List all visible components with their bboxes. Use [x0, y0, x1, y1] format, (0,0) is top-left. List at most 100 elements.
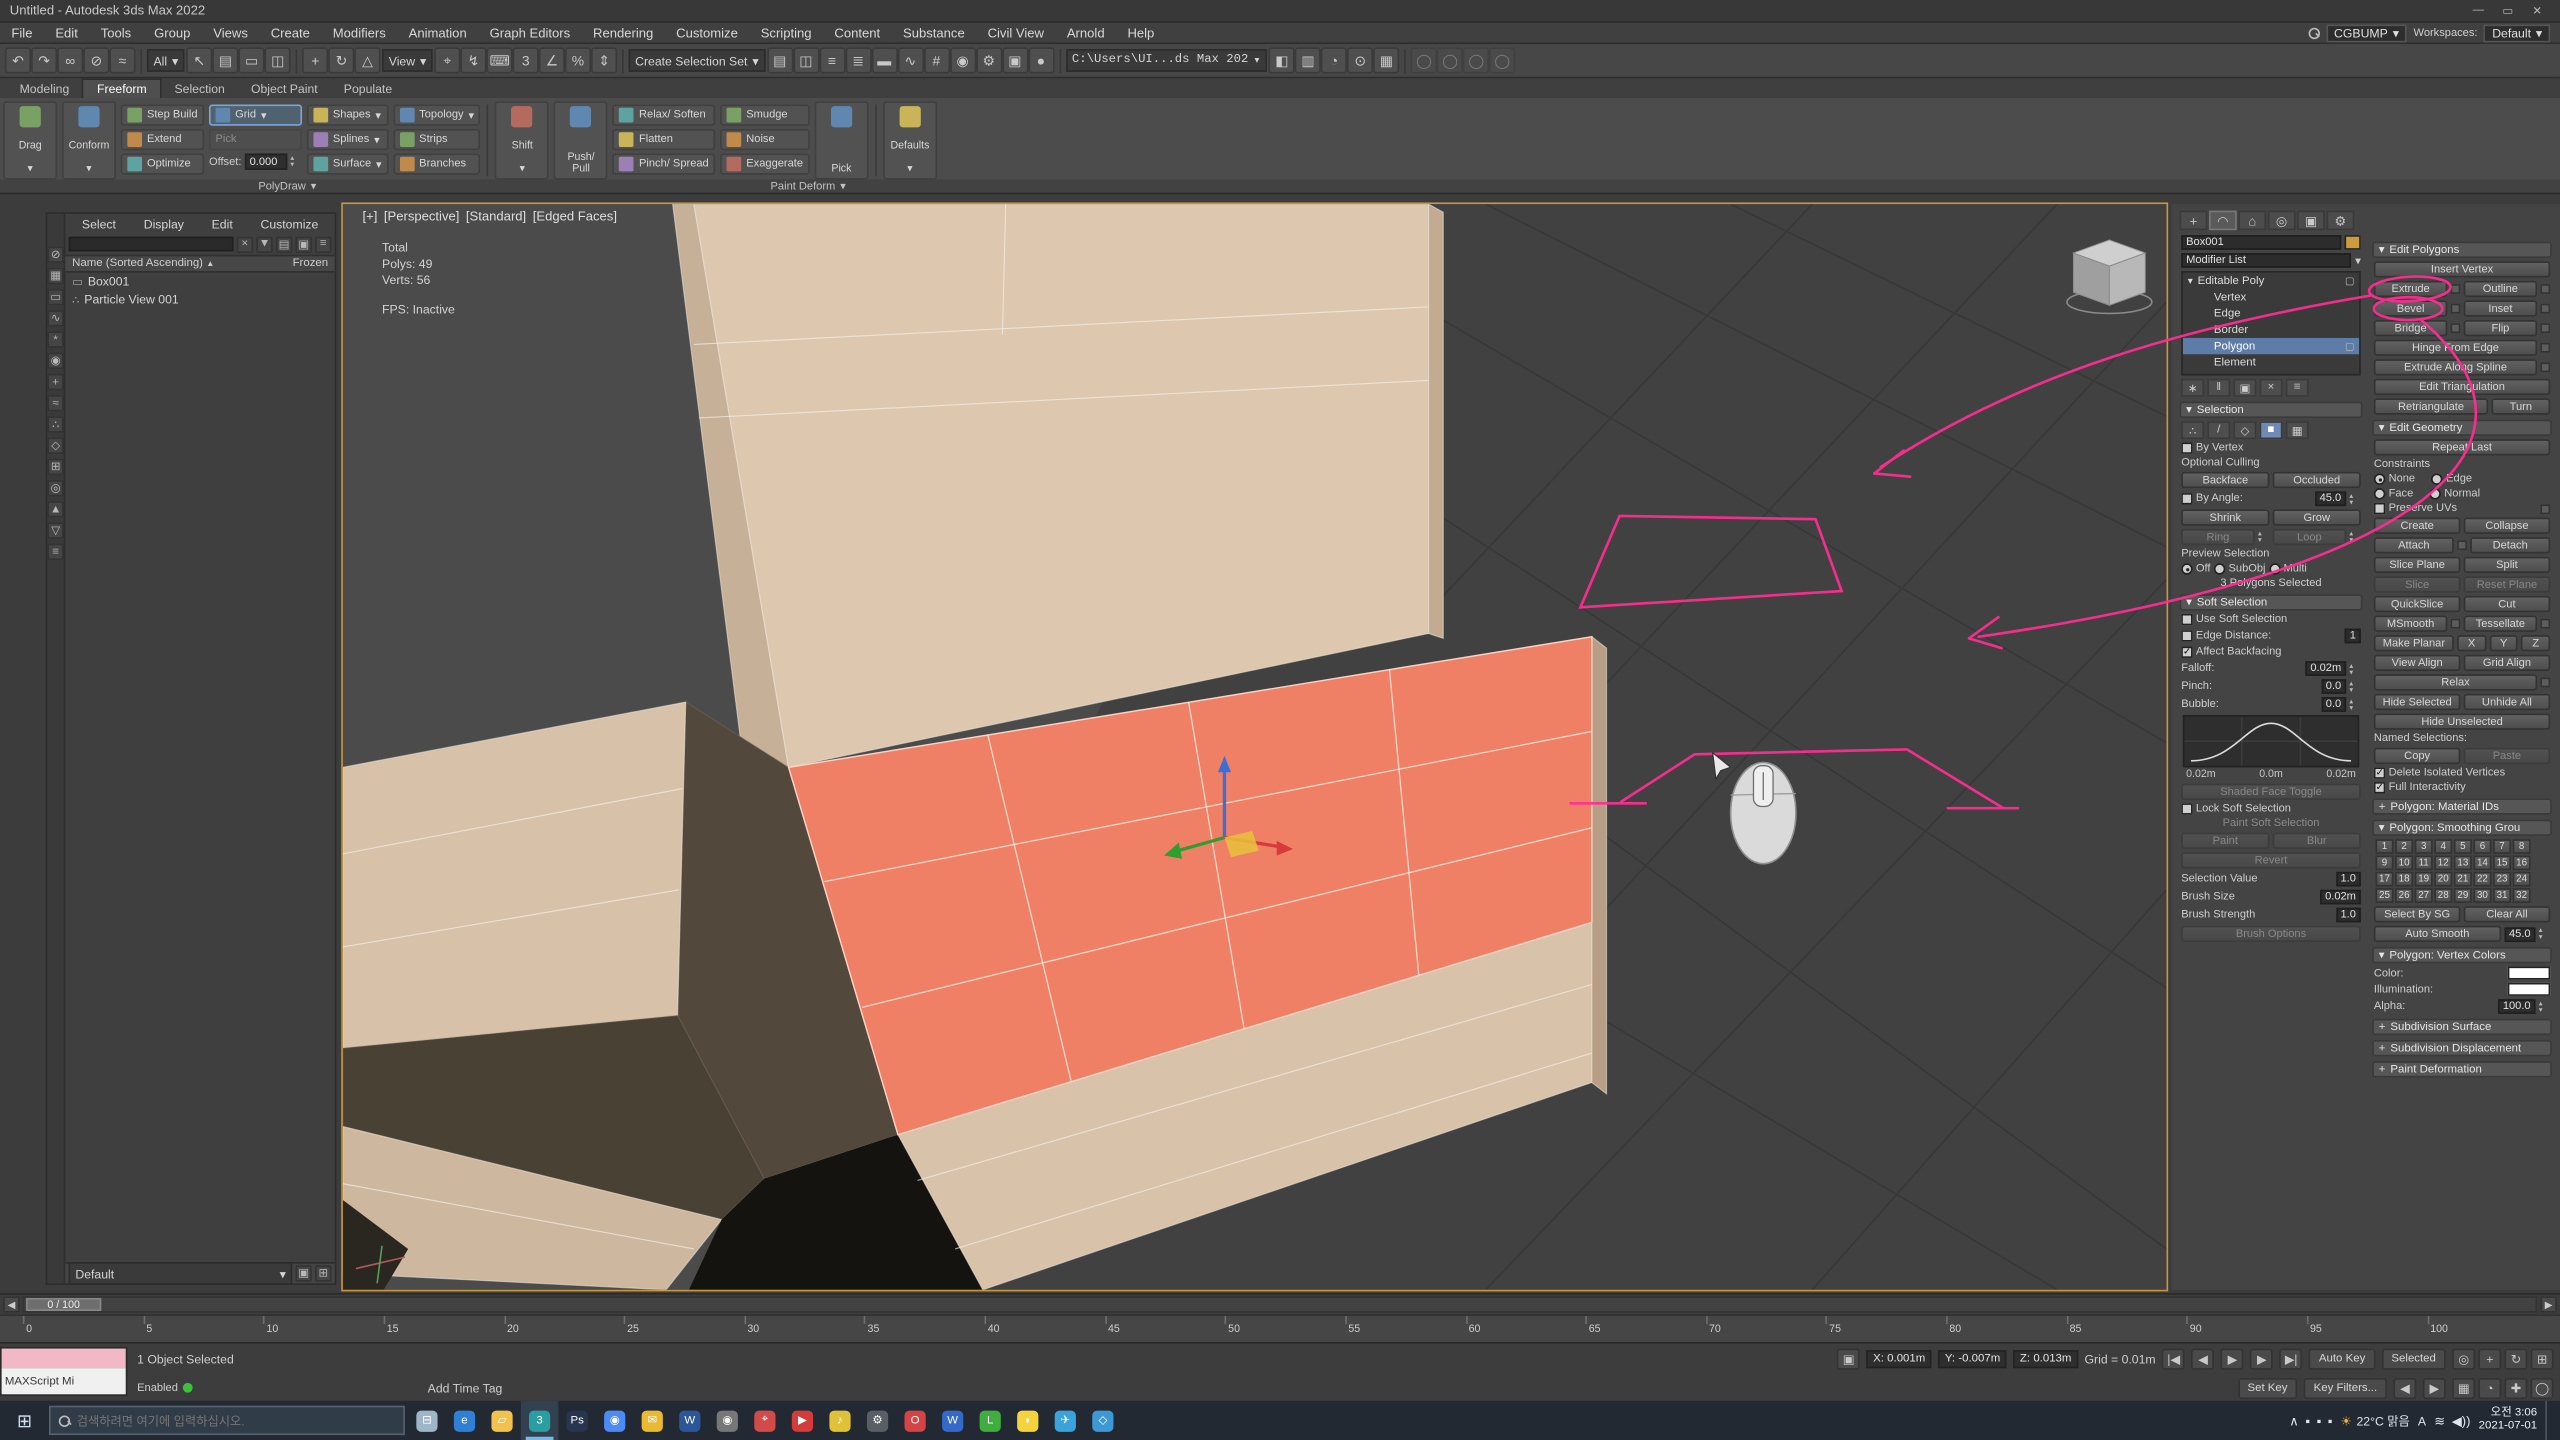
- make-planar-button[interactable]: Make Planar: [2374, 635, 2454, 651]
- blur-button[interactable]: Blur: [2273, 833, 2361, 849]
- taskbar-app-icon[interactable]: ♪: [821, 1401, 859, 1440]
- modifier-stack-item[interactable]: Edge: [2183, 305, 2359, 321]
- command-panel-tab[interactable]: +: [2180, 211, 2208, 231]
- tray-icon[interactable]: ≋: [2434, 1413, 2445, 1428]
- explorer-display-icon[interactable]: ◎: [47, 480, 63, 496]
- explorer-search-icon[interactable]: ▼: [256, 236, 272, 252]
- explorer-search-icon[interactable]: ▣: [296, 236, 312, 252]
- menu-item[interactable]: Views: [202, 22, 259, 43]
- collapsed-rollout-header[interactable]: +Subdivision Displacement: [2372, 1040, 2552, 1056]
- settings-box-icon[interactable]: [2451, 284, 2461, 294]
- reset-plane-button[interactable]: Reset Plane: [2464, 576, 2551, 592]
- toolbar-icon[interactable]: ↖: [186, 47, 212, 73]
- pinch-value[interactable]: 0.0: [2321, 679, 2346, 694]
- branches-button[interactable]: Branches: [393, 153, 481, 174]
- smoothing-group-button[interactable]: 24: [2513, 872, 2531, 887]
- collapsed-rollout-header[interactable]: +Paint Deformation: [2372, 1061, 2552, 1077]
- key-step-forward-icon[interactable]: ▶: [2423, 1377, 2446, 1398]
- subobject-mode-icon[interactable]: /: [2207, 421, 2230, 439]
- offset-spinner[interactable]: ▴▾: [290, 155, 301, 168]
- material-ids-rollout-header[interactable]: +Polygon: Material IDs: [2372, 798, 2552, 814]
- auto-smooth-value[interactable]: 45.0: [2504, 927, 2535, 942]
- maximize-button[interactable]: ▭: [2495, 2, 2521, 20]
- settings-box-icon[interactable]: [2451, 323, 2461, 333]
- taskbar-app-icon[interactable]: ✉: [633, 1401, 671, 1440]
- toolbar-icon[interactable]: #: [923, 47, 949, 73]
- explorer-column-name[interactable]: Name (Sorted Ascending): [72, 258, 203, 269]
- menu-item[interactable]: Civil View: [976, 22, 1055, 43]
- toolbar-icon[interactable]: ◉: [949, 47, 975, 73]
- smoothing-group-button[interactable]: 11: [2415, 856, 2433, 871]
- named-selection-set-field[interactable]: Create Selection Set▾: [629, 49, 765, 72]
- menu-item[interactable]: Help: [1116, 22, 1166, 43]
- grid-align-button[interactable]: Grid Align: [2464, 655, 2551, 671]
- viewport-shading-menu[interactable]: [Standard]: [466, 209, 526, 224]
- toolbar-icon[interactable]: ∠: [539, 47, 565, 73]
- pinch-spread-button[interactable]: Pinch/ Spread: [613, 153, 715, 174]
- subobject-mode-icon[interactable]: ◇: [2233, 421, 2256, 439]
- by-angle-checkbox[interactable]: [2181, 493, 2192, 504]
- smoothing-group-button[interactable]: 4: [2434, 839, 2452, 854]
- toolbar-icon[interactable]: ▤: [767, 47, 793, 73]
- smoothing-group-button[interactable]: 25: [2376, 888, 2394, 903]
- explorer-lock-icon[interactable]: ▣: [296, 1265, 312, 1281]
- preview-multi-radio[interactable]: [2269, 563, 2280, 574]
- go-to-end-button[interactable]: ▶|: [2280, 1348, 2303, 1369]
- stack-tool-icon[interactable]: ▣: [2233, 379, 2256, 397]
- time-slider-handle[interactable]: 0 / 100: [26, 1298, 101, 1311]
- viewport-nav-icon[interactable]: ▦: [2452, 1377, 2475, 1398]
- previous-frame-button[interactable]: ◀: [3, 1296, 19, 1312]
- smoothing-group-button[interactable]: 30: [2473, 888, 2491, 903]
- step-build-button[interactable]: Step Build: [121, 104, 204, 125]
- menu-item[interactable]: Scripting: [749, 22, 823, 43]
- smoothing-group-button[interactable]: 6: [2473, 839, 2491, 854]
- settings-box-icon[interactable]: [2451, 619, 2461, 629]
- menu-item[interactable]: Customize: [665, 22, 750, 43]
- smoothing-group-button[interactable]: 7: [2493, 839, 2511, 854]
- taskbar-app-icon[interactable]: ◇: [1084, 1401, 1122, 1440]
- constraint-edge-radio[interactable]: [2431, 473, 2442, 484]
- auto-key-button[interactable]: Auto Key: [2309, 1348, 2375, 1369]
- toolbar-icon[interactable]: ▣: [1002, 47, 1028, 73]
- viewport-nav-icon[interactable]: ◯: [2531, 1377, 2554, 1398]
- smoothing-group-button[interactable]: 12: [2434, 856, 2452, 871]
- toolbar-icon[interactable]: ◫: [265, 47, 291, 73]
- add-time-tag[interactable]: Add Time Tag: [428, 1380, 503, 1395]
- paste-button[interactable]: Paste: [2464, 748, 2551, 764]
- retriangulate-button[interactable]: Retriangulate: [2374, 398, 2488, 414]
- close-button[interactable]: ✕: [2524, 2, 2550, 20]
- ime-language-indicator[interactable]: A: [2418, 1413, 2426, 1428]
- edit-polygons-button-a[interactable]: Extrude: [2374, 281, 2447, 297]
- toolbar-icon[interactable]: ◯: [1463, 47, 1489, 73]
- smoothing-group-button[interactable]: 32: [2513, 888, 2531, 903]
- edge-distance-checkbox[interactable]: [2181, 630, 2192, 641]
- explorer-grid-icon[interactable]: ⊞: [315, 1265, 331, 1281]
- polydraw-conform-button[interactable]: Conform▾: [62, 101, 116, 179]
- explorer-search-icon[interactable]: ×: [237, 236, 253, 252]
- tray-icon[interactable]: ▪: [2328, 1413, 2333, 1428]
- constraint-face-radio[interactable]: [2374, 488, 2385, 499]
- smoothing-group-button[interactable]: 9: [2376, 856, 2394, 871]
- menu-item[interactable]: Content: [823, 22, 892, 43]
- object-name-field[interactable]: Box001: [2181, 235, 2341, 250]
- by-angle-spinner[interactable]: ▴▾: [2349, 492, 2360, 505]
- toolbar-icon[interactable]: ↷: [31, 47, 57, 73]
- clear-all-button[interactable]: Clear All: [2464, 906, 2551, 922]
- quickslice-button[interactable]: QuickSlice: [2374, 596, 2461, 612]
- backface-button[interactable]: Backface: [2181, 472, 2269, 488]
- menu-item[interactable]: Tools: [89, 22, 142, 43]
- taskbar-app-icon[interactable]: W: [934, 1401, 972, 1440]
- settings-box-icon[interactable]: [2540, 678, 2550, 688]
- subobject-mode-icon[interactable]: ▦: [2286, 421, 2309, 439]
- toolbar-icon[interactable]: ↶: [5, 47, 31, 73]
- toolbar-icon[interactable]: ▦: [1373, 47, 1399, 73]
- topology-button[interactable]: Topology▾: [393, 104, 481, 125]
- modifier-list-arrow-icon[interactable]: ▾: [2355, 254, 2361, 267]
- track-bar[interactable]: 0510152025303540455055606570758085909510…: [0, 1314, 2560, 1342]
- toolbar-icon[interactable]: ▭: [239, 47, 265, 73]
- smoothing-group-button[interactable]: 18: [2395, 872, 2413, 887]
- explorer-menu[interactable]: Edit: [199, 216, 246, 231]
- unhide-all-button[interactable]: Unhide All: [2464, 694, 2551, 710]
- smoothing-group-button[interactable]: 22: [2473, 872, 2491, 887]
- toolbar-icon[interactable]: ∿: [897, 47, 923, 73]
